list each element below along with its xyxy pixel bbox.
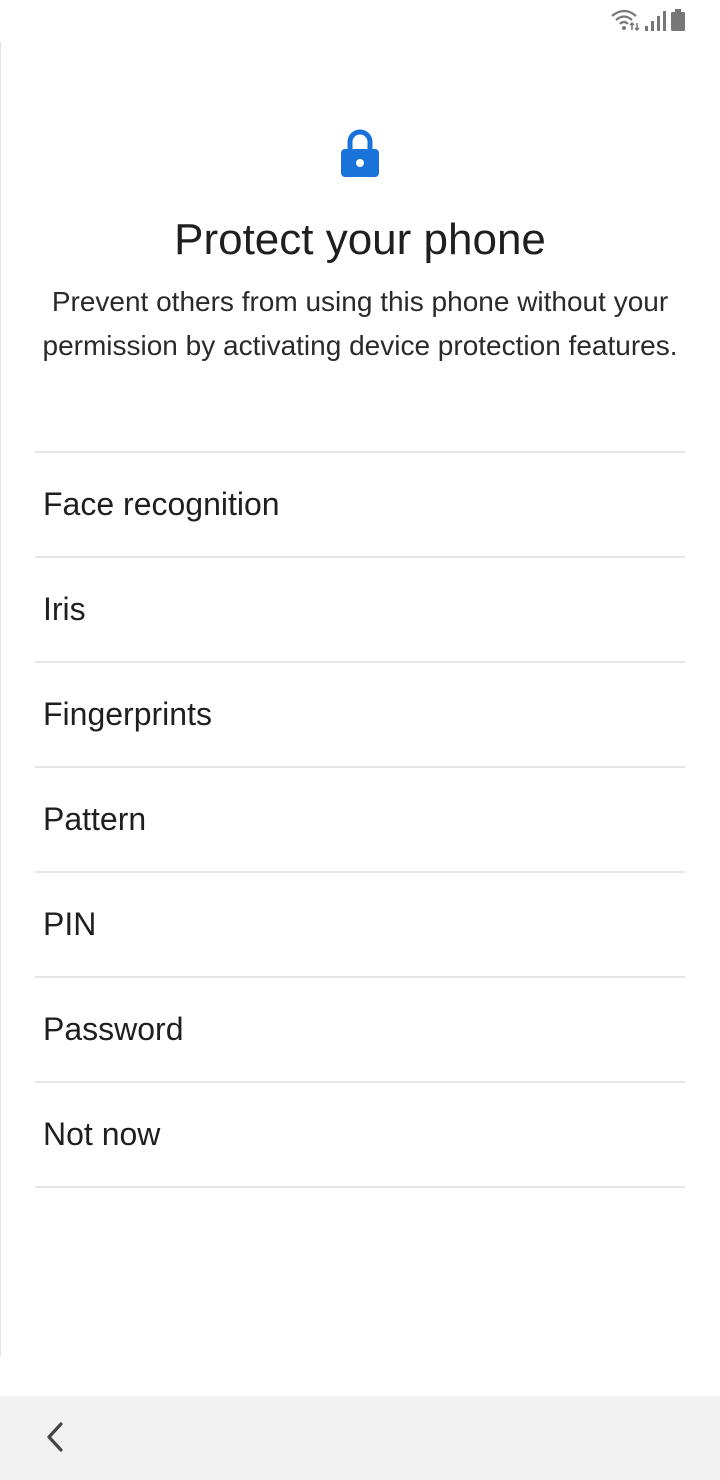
page-title: Protect your phone (174, 215, 546, 264)
battery-icon (670, 8, 686, 37)
protect-phone-page: Protect your phone Prevent others from u… (0, 42, 720, 1356)
wifi-icon (610, 8, 640, 37)
page-description: Prevent others from using this phone wit… (42, 286, 678, 361)
status-icons (610, 8, 686, 37)
option-fingerprints[interactable]: Fingerprints (35, 663, 685, 768)
option-pin[interactable]: PIN (35, 873, 685, 978)
status-bar (0, 0, 720, 42)
option-pattern[interactable]: Pattern (35, 768, 685, 873)
chevron-left-icon (44, 1421, 66, 1458)
setup-screen: Protect your phone Prevent others from u… (0, 0, 720, 1480)
option-iris[interactable]: Iris (35, 558, 685, 663)
signal-icon (644, 8, 666, 37)
back-button[interactable] (30, 1414, 80, 1464)
option-face-recognition[interactable]: Face recognition (35, 453, 685, 558)
lock-icon (338, 128, 382, 180)
option-not-now[interactable]: Not now (35, 1083, 685, 1188)
option-password[interactable]: Password (35, 978, 685, 1083)
security-options-list: Face recognition Iris Fingerprints Patte… (35, 451, 685, 1188)
bottom-navigation-bar (0, 1396, 720, 1480)
